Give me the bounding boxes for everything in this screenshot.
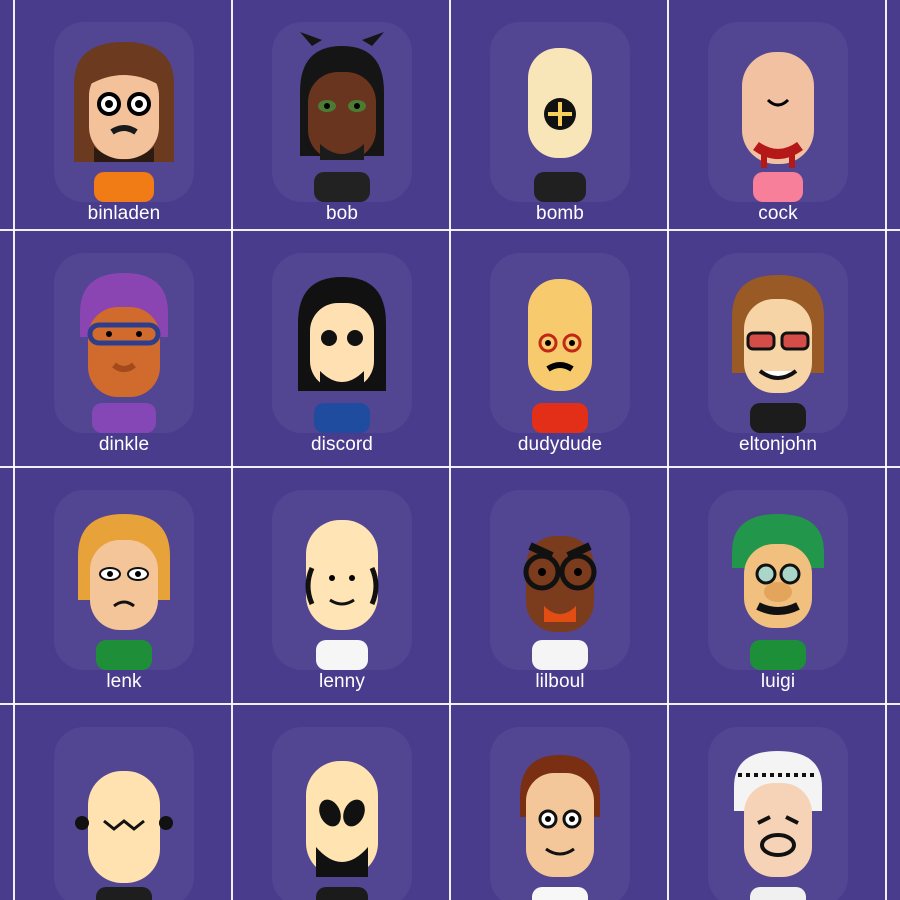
mii-name-label: eltonjohn: [738, 434, 818, 455]
mii-avatar-icon: [54, 490, 194, 670]
mii-card[interactable]: lenny: [233, 468, 451, 704]
mii-avatar-icon: [708, 22, 848, 202]
mii-avatar-icon: [54, 22, 194, 202]
mii-avatar-icon: [54, 727, 194, 900]
mii-name-label: bob: [325, 203, 358, 224]
mii-avatar-icon: [272, 727, 412, 900]
mii-card[interactable]: [451, 705, 669, 900]
mii-card[interactable]: lilboul: [451, 468, 669, 704]
mii-avatar-icon: [490, 727, 630, 900]
mii-avatar-icon: [708, 490, 848, 670]
mii-card[interactable]: luigi: [669, 468, 887, 704]
mii-avatar-icon: [490, 253, 630, 433]
mii-name-label: lenny: [319, 671, 365, 692]
mii-card[interactable]: [15, 705, 233, 900]
mii-card[interactable]: [669, 705, 887, 900]
mii-name-label: luigi: [760, 671, 796, 692]
mii-avatar-icon: [272, 22, 412, 202]
mii-card[interactable]: dudydude: [451, 231, 669, 467]
mii-avatar-icon: [54, 253, 194, 433]
mii-avatar-icon: [272, 253, 412, 433]
mii-avatar-icon: [708, 727, 848, 900]
mii-card[interactable]: bomb: [451, 0, 669, 236]
mii-avatar-icon: [708, 253, 848, 433]
mii-card[interactable]: cock: [669, 0, 887, 236]
mii-name-label: discord: [311, 434, 373, 455]
mii-grid: binladen bob bomb cock dinkle discord du…: [0, 0, 900, 900]
mii-avatar-icon: [490, 22, 630, 202]
mii-card[interactable]: dinkle: [15, 231, 233, 467]
mii-name-label: dinkle: [98, 434, 150, 455]
mii-card[interactable]: binladen: [15, 0, 233, 236]
mii-card[interactable]: eltonjohn: [669, 231, 887, 467]
mii-name-label: binladen: [87, 203, 161, 224]
mii-name-label: bomb: [536, 203, 584, 224]
mii-card[interactable]: bob: [233, 0, 451, 236]
mii-card[interactable]: lenk: [15, 468, 233, 704]
mii-name-label: cock: [758, 203, 798, 224]
mii-name-label: lilboul: [535, 671, 585, 692]
mii-avatar-icon: [272, 490, 412, 670]
mii-card[interactable]: discord: [233, 231, 451, 467]
mii-avatar-icon: [490, 490, 630, 670]
mii-name-label: dudydude: [517, 434, 603, 455]
mii-name-label: lenk: [106, 671, 142, 692]
mii-card[interactable]: [233, 705, 451, 900]
